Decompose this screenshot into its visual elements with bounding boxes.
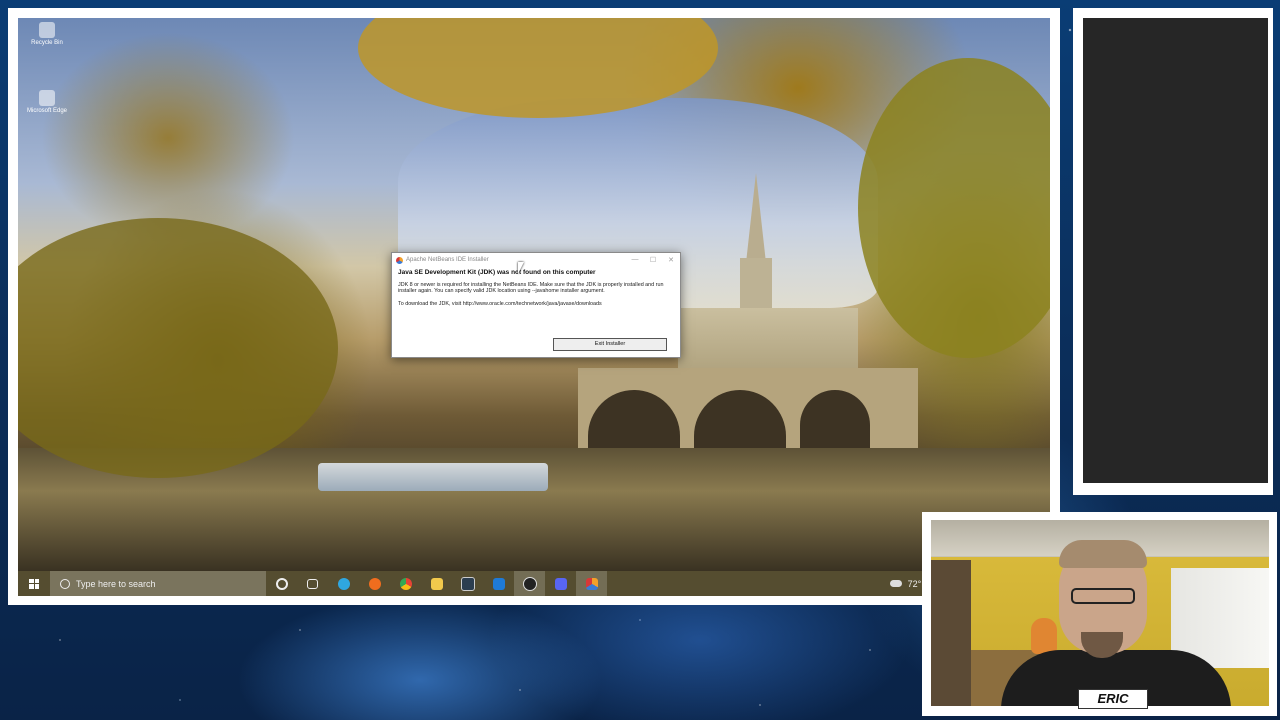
close-button[interactable]: ✕	[662, 256, 680, 264]
wallpaper-foliage	[18, 218, 338, 478]
file-explorer-icon	[430, 577, 443, 590]
chrome-icon	[399, 577, 412, 590]
side-panel	[1083, 18, 1268, 483]
dialog-download-text: To download the JDK, visit http://www.or…	[398, 300, 602, 307]
desktop-icon-edge[interactable]: Microsoft Edge	[24, 90, 70, 114]
webcam-feed	[931, 520, 1269, 706]
wallpaper-weir	[318, 463, 548, 491]
edge-icon	[337, 577, 350, 590]
taskbar-search-box[interactable]: Type here to search	[50, 571, 266, 596]
dialog-title-bar[interactable]: Apache NetBeans IDE Installer — ☐ ✕	[392, 253, 680, 267]
taskbar: Type here to search 72°F Mostly cloudy ^	[18, 571, 1050, 596]
desktop-wallpaper: Recycle Bin Microsoft Edge Apache NetBea…	[18, 18, 1050, 571]
wallpaper-foliage	[858, 58, 1050, 358]
taskbar-app-discord[interactable]	[545, 571, 576, 596]
windows-logo-icon	[29, 578, 39, 589]
maximize-button[interactable]: ☐	[644, 256, 662, 264]
dialog-message: JDK 8 or newer is required for installin…	[398, 282, 664, 295]
taskbar-app-firefox[interactable]	[359, 571, 390, 596]
edge-icon	[39, 90, 55, 106]
search-placeholder: Type here to search	[76, 578, 156, 589]
wallpaper-spire	[746, 173, 766, 263]
discord-icon	[554, 577, 567, 590]
taskbar-app-edge[interactable]	[328, 571, 359, 596]
search-icon	[60, 578, 70, 589]
weather-cloud-icon	[889, 580, 902, 587]
recycle-bin-icon	[39, 22, 55, 38]
terminal-icon	[460, 576, 475, 591]
netbeans-installer-icon	[585, 577, 598, 590]
exit-installer-button[interactable]: Exit Installer	[553, 338, 667, 351]
cortana-button[interactable]	[266, 571, 297, 596]
installer-dialog: Apache NetBeans IDE Installer — ☐ ✕ Java…	[391, 252, 681, 358]
taskbar-app-netbeans-installer[interactable]	[576, 571, 607, 596]
taskbar-app-obs[interactable]	[514, 571, 545, 596]
minimize-button[interactable]: —	[626, 256, 644, 264]
netbeans-icon	[396, 256, 403, 264]
dialog-heading: Java SE Development Kit (JDK) was not fo…	[398, 269, 596, 276]
vscode-icon	[492, 577, 505, 590]
mouse-cursor-icon	[518, 262, 524, 274]
taskbar-app-vscode[interactable]	[483, 571, 514, 596]
task-view-button[interactable]	[297, 571, 328, 596]
presenter-name-tag: ERIC	[1078, 689, 1148, 709]
obs-icon	[522, 576, 537, 591]
cortana-icon	[275, 577, 288, 590]
desktop-icon-label: Microsoft Edge	[26, 108, 68, 114]
dialog-title: Apache NetBeans IDE Installer	[406, 257, 489, 263]
webcam-presenter-hair	[1059, 540, 1147, 568]
desktop-icon-recycle-bin[interactable]: Recycle Bin	[24, 22, 70, 46]
start-button[interactable]	[18, 571, 50, 596]
firefox-icon	[368, 577, 381, 590]
taskbar-app-terminal[interactable]	[452, 571, 483, 596]
webcam-owl-toy	[1031, 618, 1057, 654]
desktop-icon-label: Recycle Bin	[31, 40, 63, 46]
taskbar-app-chrome[interactable]	[390, 571, 421, 596]
webcam-presenter-glasses	[1071, 588, 1135, 604]
taskbar-app-file-explorer[interactable]	[421, 571, 452, 596]
task-view-icon	[307, 578, 318, 589]
webcam-shelf	[931, 560, 971, 706]
